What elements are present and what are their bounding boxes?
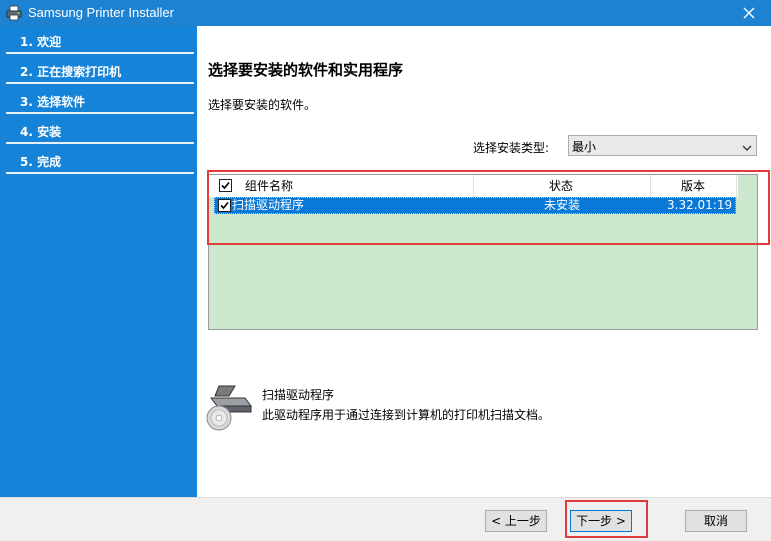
step-welcome: 1. 欢迎 <box>6 28 194 54</box>
column-header-name[interactable]: 组件名称 <box>245 175 293 197</box>
page-title: 选择要安装的软件和实用程序 <box>208 61 404 79</box>
scanner-icon <box>205 384 257 432</box>
select-all-checkbox[interactable] <box>219 179 232 192</box>
button-bar: < 上一步 下一步 > 取消 <box>0 497 771 541</box>
component-list[interactable]: 组件名称 状态 版本 扫描驱动程序 未安装 3.32.01:19 <box>208 174 758 330</box>
install-type-dropdown[interactable]: 最小 <box>568 135 757 156</box>
wizard-steps-sidebar: 1. 欢迎 2. 正在搜索打印机 3. 选择软件 4. 安装 5. 完成 <box>0 26 197 497</box>
install-type-label: 选择安装类型: <box>473 141 550 155</box>
cancel-button[interactable]: 取消 <box>685 510 747 532</box>
component-version: 3.32.01:19 <box>667 198 733 212</box>
list-item-scan-driver[interactable]: 扫描驱动程序 未安装 3.32.01:19 <box>214 197 736 214</box>
close-button[interactable] <box>727 0 771 26</box>
install-type-value: 最小 <box>572 140 597 154</box>
component-name: 扫描驱动程序 <box>232 198 305 212</box>
component-description-title: 扫描驱动程序 <box>262 388 335 402</box>
next-button[interactable]: 下一步 > <box>570 510 632 532</box>
component-description-text: 此驱动程序用于通过连接到计算机的打印机扫描文档。 <box>262 408 551 422</box>
column-divider[interactable] <box>736 175 737 197</box>
checkmark-icon <box>220 201 229 210</box>
printer-app-icon <box>6 5 22 21</box>
step-select-software: 3. 选择软件 <box>6 88 194 114</box>
chevron-down-icon <box>742 141 752 155</box>
checkmark-icon <box>221 181 230 190</box>
page-subtitle: 选择要安装的软件。 <box>208 98 317 112</box>
list-header: 组件名称 状态 版本 <box>209 175 738 198</box>
installer-window: Samsung Printer Installer 1. 欢迎 2. 正在搜索打… <box>0 0 771 541</box>
main-content: 选择要安装的软件和实用程序 选择要安装的软件。 选择安装类型: 最小 组件名称 … <box>197 26 771 497</box>
step-finish: 5. 完成 <box>6 148 194 174</box>
column-header-status[interactable]: 状态 <box>549 175 573 197</box>
step-searching-printer: 2. 正在搜索打印机 <box>6 58 194 84</box>
title-bar[interactable]: Samsung Printer Installer <box>0 0 771 26</box>
close-icon <box>743 7 755 19</box>
window-title: Samsung Printer Installer <box>28 5 174 20</box>
column-divider[interactable] <box>473 175 474 197</box>
back-button[interactable]: < 上一步 <box>485 510 547 532</box>
column-divider[interactable] <box>650 175 651 197</box>
step-install: 4. 安装 <box>6 118 194 144</box>
component-status: 未安装 <box>544 198 581 212</box>
column-header-version[interactable]: 版本 <box>681 175 705 197</box>
component-checkbox[interactable] <box>218 199 231 212</box>
